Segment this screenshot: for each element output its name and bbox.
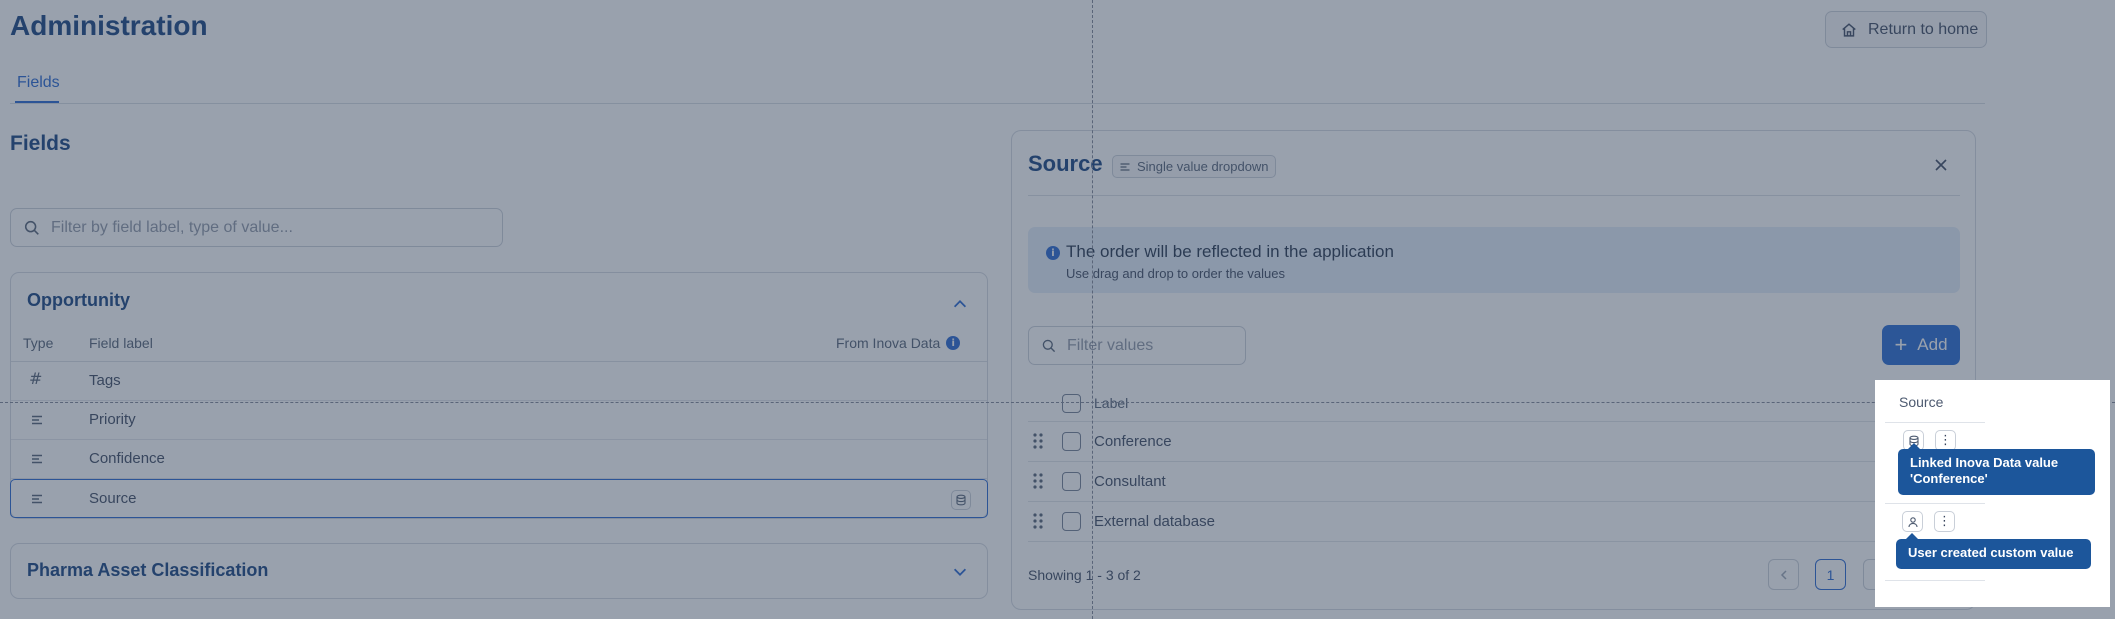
group-opportunity: Opportunity Type Field label From Inova … xyxy=(10,272,988,519)
row-actions-button[interactable]: ⋮ xyxy=(1935,430,1956,451)
add-value-button[interactable]: + Add xyxy=(1882,325,1960,365)
panel-divider xyxy=(1028,195,1960,196)
guide-line-vertical xyxy=(1092,0,1093,619)
chevron-left-icon xyxy=(1780,569,1787,580)
hash-icon: # xyxy=(29,369,43,388)
value-label: Consultant xyxy=(1094,473,1166,490)
more-vertical-icon: ⋮ xyxy=(1938,514,1951,529)
home-icon xyxy=(1842,22,1856,37)
drag-handle-icon[interactable] xyxy=(1032,512,1044,530)
field-row-tags[interactable]: # Tags xyxy=(11,362,987,401)
banner-title: The order will be reflected in the appli… xyxy=(1066,242,1394,261)
col-field-label: Field label xyxy=(89,335,153,351)
value-row-external-database[interactable]: External database xyxy=(1028,501,1960,541)
field-label: Tags xyxy=(89,372,121,389)
banner-subtitle: Use drag and drop to order the values xyxy=(1066,266,1285,281)
close-icon[interactable] xyxy=(1933,157,1949,173)
search-icon xyxy=(24,220,39,235)
prev-page-button[interactable] xyxy=(1768,559,1799,590)
return-home-button[interactable]: Return to home xyxy=(1825,11,1987,48)
tooltip-user-created: User created custom value xyxy=(1896,533,2091,569)
field-label: Source xyxy=(89,490,137,507)
value-label: Conference xyxy=(1094,433,1172,450)
drag-handle-icon[interactable] xyxy=(1032,432,1044,450)
values-bottom-rule xyxy=(1028,541,1960,542)
row-actions-button[interactable]: ⋮ xyxy=(1934,511,1955,532)
value-row-conference[interactable]: Conference xyxy=(1028,421,1960,461)
chevron-up-icon[interactable] xyxy=(951,295,969,313)
plus-icon: + xyxy=(1894,332,1908,357)
field-filter-input[interactable] xyxy=(51,218,491,237)
select-all-checkbox[interactable] xyxy=(1062,394,1081,413)
lines-icon xyxy=(32,454,42,464)
more-vertical-icon: ⋮ xyxy=(1939,433,1952,448)
col-label: Label xyxy=(1094,395,1129,411)
guide-line-horizontal xyxy=(0,402,2115,403)
order-info-banner: i The order will be reflected in the app… xyxy=(1028,227,1960,293)
chevron-down-icon[interactable] xyxy=(951,563,969,581)
spot-divider xyxy=(1885,503,1985,504)
values-filter[interactable] xyxy=(1028,326,1246,365)
user-icon xyxy=(1907,516,1918,527)
source-column-spotlight: Source ⋮ Linked Inova Data value 'Confer… xyxy=(1875,380,2110,607)
user-source-badge xyxy=(1902,511,1923,532)
group-pharma-asset[interactable]: Pharma Asset Classification xyxy=(10,543,988,599)
field-detail-panel: Source Single value dropdown i The order… xyxy=(1011,130,1976,610)
tab-divider xyxy=(10,103,1985,104)
col-from-inova: From Inova Data i xyxy=(836,335,961,351)
field-row-priority[interactable]: Priority xyxy=(11,401,987,440)
page-title: Administration xyxy=(10,10,208,41)
group-title: Pharma Asset Classification xyxy=(27,560,269,580)
value-label: External database xyxy=(1094,513,1215,530)
field-filter[interactable] xyxy=(10,208,503,247)
field-row-confidence[interactable]: Confidence xyxy=(11,440,987,479)
group-title: Opportunity xyxy=(27,290,130,310)
drag-handle-icon[interactable] xyxy=(1032,472,1044,490)
field-label: Confidence xyxy=(89,450,165,467)
pagination-summary: Showing 1 - 3 of 2 xyxy=(1028,567,1141,583)
row-checkbox[interactable] xyxy=(1062,512,1081,531)
row-checkbox[interactable] xyxy=(1062,432,1081,451)
value-row-consultant[interactable]: Consultant xyxy=(1028,461,1960,501)
lines-icon xyxy=(1120,162,1130,171)
return-home-label: Return to home xyxy=(1868,20,1979,38)
info-icon: i xyxy=(1046,246,1060,260)
database-icon xyxy=(956,494,966,506)
field-type-chip: Single value dropdown xyxy=(1112,155,1276,178)
field-label: Priority xyxy=(89,411,136,428)
lines-icon xyxy=(32,415,42,425)
spot-divider xyxy=(1885,422,1985,423)
lines-icon xyxy=(32,494,42,504)
field-row-source[interactable]: Source xyxy=(10,479,988,518)
row-checkbox[interactable] xyxy=(1062,472,1081,491)
col-source: Source xyxy=(1899,394,1944,410)
spot-divider xyxy=(1885,580,1985,581)
info-icon[interactable]: i xyxy=(946,336,961,350)
col-from-inova-label: From Inova Data xyxy=(836,335,941,351)
field-type-label: Single value dropdown xyxy=(1137,159,1269,174)
tooltip-linked-inova: Linked Inova Data value 'Conference' xyxy=(1898,443,2095,495)
search-icon xyxy=(1042,339,1056,352)
inova-data-badge xyxy=(951,490,971,510)
page-button-1[interactable]: 1 xyxy=(1815,559,1846,590)
tab-fields[interactable]: Fields xyxy=(17,74,60,92)
add-value-label: Add xyxy=(1917,335,1948,354)
fields-section-title: Fields xyxy=(10,132,71,155)
col-type: Type xyxy=(23,335,54,351)
